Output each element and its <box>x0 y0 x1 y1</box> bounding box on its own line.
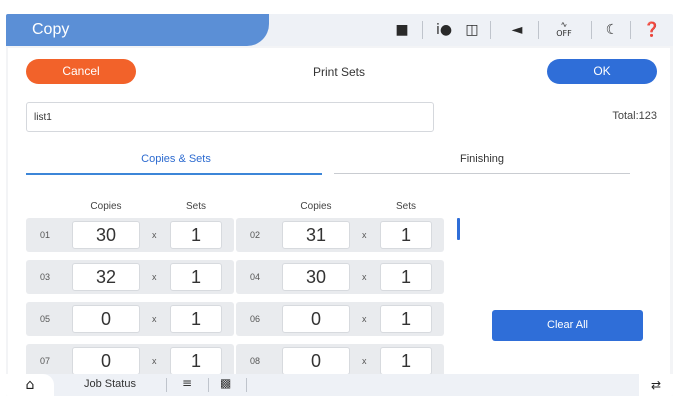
set-number: 03 <box>40 272 51 282</box>
memory-device-icon[interactable]: ■ <box>392 20 412 40</box>
footer-bar: ⌂ Job Status ≡ ▩ ⇄ <box>6 374 673 396</box>
set-number: 07 <box>40 356 51 366</box>
list-name-field[interactable]: list1 <box>26 102 434 132</box>
sets-input[interactable]: 1 <box>380 305 432 333</box>
title-tab: Copy <box>6 14 269 46</box>
print-sets-panel: Cancel Print Sets OK list1 Total:123 Cop… <box>8 48 670 378</box>
copies-input[interactable]: 32 <box>72 263 140 291</box>
copies-input[interactable]: 30 <box>282 263 350 291</box>
header-bar: Copy ■ i● ◫ ◄ ∿ OFF ☾ ❓ <box>6 14 673 46</box>
multiply-sign: x <box>362 356 367 366</box>
ok-button[interactable]: OK <box>547 59 657 84</box>
scrollbar-thumb[interactable] <box>457 218 460 240</box>
screen: Copy ■ i● ◫ ◄ ∿ OFF ☾ ❓ Cancel Print Sets… <box>6 14 673 396</box>
tab-divider <box>334 173 630 174</box>
sets-input[interactable]: 1 <box>380 347 432 375</box>
wifi-direct-icon[interactable]: ◫ <box>460 20 484 40</box>
set-number: 01 <box>40 230 51 240</box>
copies-input[interactable]: 0 <box>282 305 350 333</box>
sets-column-header: Sets <box>185 201 206 212</box>
sleep-icon[interactable]: ☾ <box>602 20 622 40</box>
copies-input[interactable]: 0 <box>72 347 140 375</box>
sets-input[interactable]: 1 <box>170 347 222 375</box>
set-number: 05 <box>40 314 51 324</box>
sets-input[interactable]: 1 <box>170 221 222 249</box>
user-switch-icon[interactable]: ⇄ <box>639 374 673 396</box>
copies-column-header: Copies <box>90 201 122 212</box>
set-row: 02 31 x 1 <box>236 218 444 252</box>
set-row: 04 30 x 1 <box>236 260 444 294</box>
multiply-sign: x <box>362 314 367 324</box>
multiply-sign: x <box>152 272 157 282</box>
network-off-label: OFF <box>556 29 572 38</box>
multiply-sign: x <box>152 314 157 324</box>
sound-icon[interactable]: ◄ <box>506 20 528 40</box>
set-row: 06 0 x 1 <box>236 302 444 336</box>
set-row: 07 0 x 1 <box>26 344 234 378</box>
info-icon[interactable]: i● <box>432 20 456 40</box>
network-off-icon[interactable]: ∿ OFF <box>546 20 582 40</box>
copies-column-header: Copies <box>300 201 332 212</box>
tab-active-indicator <box>26 173 322 175</box>
job-list-icon[interactable]: ≡ <box>182 376 192 390</box>
home-icon[interactable]: ⌂ <box>6 374 54 396</box>
set-row: 08 0 x 1 <box>236 344 444 378</box>
set-row: 01 30 x 1 <box>26 218 234 252</box>
sets-input[interactable]: 1 <box>380 263 432 291</box>
multiply-sign: x <box>362 272 367 282</box>
set-row: 05 0 x 1 <box>26 302 234 336</box>
set-number: 06 <box>250 314 261 324</box>
multiply-sign: x <box>362 230 367 240</box>
sets-input[interactable]: 1 <box>170 305 222 333</box>
job-status-button[interactable]: Job Status <box>84 378 136 390</box>
clear-all-button[interactable]: Clear All <box>492 310 643 341</box>
sets-input[interactable]: 1 <box>170 263 222 291</box>
multiply-sign: x <box>152 230 157 240</box>
help-icon[interactable]: ❓ <box>642 20 662 40</box>
screen-title: Copy <box>32 21 70 38</box>
tab-copies-and-sets[interactable]: Copies & Sets <box>26 144 326 174</box>
copies-input[interactable]: 0 <box>282 347 350 375</box>
set-row: 03 32 x 1 <box>26 260 234 294</box>
copies-input[interactable]: 30 <box>72 221 140 249</box>
set-number: 02 <box>250 230 261 240</box>
total-count: Total:123 <box>612 110 657 122</box>
sets-input[interactable]: 1 <box>380 221 432 249</box>
set-number: 04 <box>250 272 261 282</box>
sets-column-header: Sets <box>395 201 416 212</box>
tab-finishing[interactable]: Finishing <box>332 144 632 174</box>
multiply-sign: x <box>152 356 157 366</box>
copies-input[interactable]: 0 <box>72 305 140 333</box>
set-number: 08 <box>250 356 261 366</box>
printer-status-icon[interactable]: ▩ <box>220 376 231 390</box>
copies-input[interactable]: 31 <box>282 221 350 249</box>
